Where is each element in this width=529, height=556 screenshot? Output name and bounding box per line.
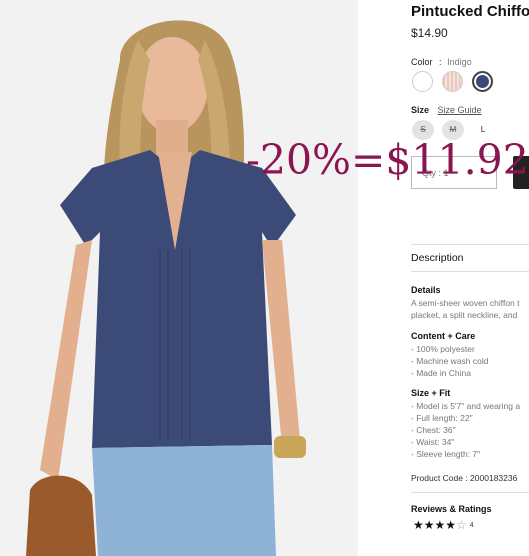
product-image[interactable] [0,0,358,556]
fit-line: - Chest: 36" [411,425,456,435]
size-fit-title: Size + Fit [411,388,451,398]
star-empty-icon: ☆ [456,518,467,532]
color-label-row: Color : Indigo [411,57,472,67]
details-title: Details [411,285,441,295]
swatch-blush[interactable] [442,71,463,92]
star-filled-icon: ★★★★ [413,518,457,532]
size-label: Size [411,105,430,115]
color-separator: : [439,57,442,67]
product-code: Product Code : 2000183236 [411,473,518,483]
reviews-title[interactable]: Reviews & Ratings [411,504,492,514]
fit-line: - Sleeve length: 7" [411,449,481,459]
content-line: - Made in China [411,368,472,378]
details-line: placket, a split neckline, and [411,310,518,320]
divider [411,492,529,493]
product-photo-illustration [0,0,358,556]
content-line: - 100% polyester [411,344,475,354]
fit-line: - Full length: 22" [411,413,473,423]
description-heading[interactable]: Description [411,252,464,264]
fit-line: - Model is 5'7" and wearing a [411,401,521,411]
fit-line: - Waist: 34" [411,437,455,447]
review-count: 4 [469,522,474,530]
discount-overlay-text: -20%=$11.92 [246,136,529,184]
content-line: - Machine wash cold [411,356,489,366]
details-line: A semi-sheer woven chiffon t [411,298,520,308]
color-label: Color [411,57,433,67]
swatch-white[interactable] [412,71,433,92]
size-label-row: Size Size Guide [411,105,482,115]
rating-stars: ★★★★☆ 4 [413,518,474,532]
divider [411,244,529,245]
content-care-title: Content + Care [411,331,476,341]
color-selected-value: Indigo [447,57,472,67]
product-detail-panel: Pintucked Chiffo $14.90 Color : Indigo S… [411,0,529,556]
swatch-indigo[interactable] [472,71,493,92]
product-price: $14.90 [411,26,448,40]
product-title: Pintucked Chiffo [411,3,529,20]
size-guide-link[interactable]: Size Guide [438,105,482,115]
divider [411,271,529,272]
